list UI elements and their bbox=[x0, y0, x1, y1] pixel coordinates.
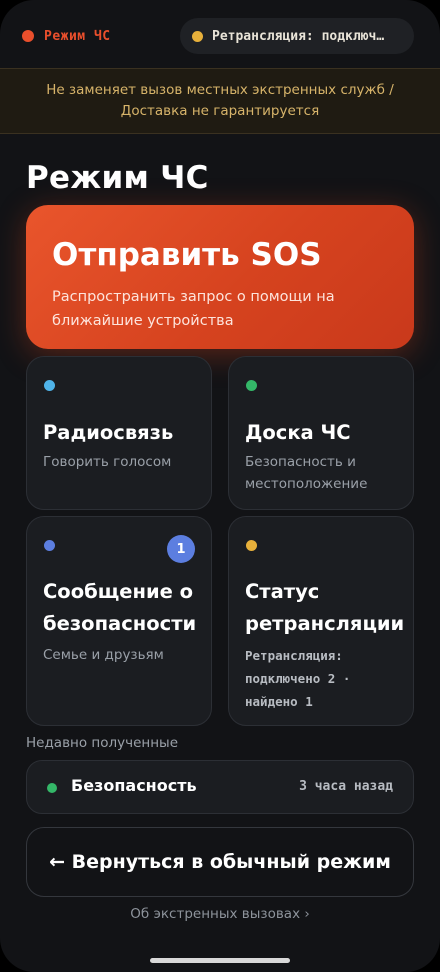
top-status-bar: Режим ЧС Ретрансляция: подключ… bbox=[0, 0, 440, 68]
tile-emergency-board[interactable]: Доска ЧС Безопасность и местоположение bbox=[228, 356, 414, 510]
send-sos-button[interactable]: Отправить SOS Распространить запрос о по… bbox=[26, 205, 414, 349]
tile-subtitle: Безопасность и местоположение bbox=[245, 454, 368, 492]
recent-item-time: 3 часа назад bbox=[299, 779, 393, 794]
relay-status-label: Ретрансляция: подключ… bbox=[212, 28, 385, 44]
relay-dot-icon bbox=[246, 540, 257, 551]
disclaimer-banner: Не заменяет вызов местных экстренных слу… bbox=[0, 68, 440, 134]
sos-subtitle: Распространить запрос о помощи на ближай… bbox=[52, 289, 335, 329]
emergency-mode-screen: Режим ЧС Ретрансляция: подключ… Не замен… bbox=[0, 0, 440, 972]
tile-safety-message[interactable]: 1 Сообщение о безопасности Семье и друзь… bbox=[26, 516, 212, 726]
recent-section-label: Недавно полученные bbox=[26, 735, 179, 751]
sos-title: Отправить SOS bbox=[52, 237, 322, 273]
tile-subtitle: Семье и друзьям bbox=[43, 647, 164, 663]
tile-subtitle: Говорить голосом bbox=[43, 454, 172, 470]
about-emergency-calls-link[interactable]: Об экстренных вызовах › bbox=[0, 906, 440, 922]
recent-item-title: Безопасность bbox=[71, 776, 197, 795]
home-indicator[interactable] bbox=[150, 958, 290, 963]
relay-status-dot-icon bbox=[192, 30, 203, 42]
tile-title: Сообщение о безопасности bbox=[43, 580, 197, 635]
tile-title: Радиосвязь bbox=[43, 421, 174, 444]
radio-dot-icon bbox=[44, 380, 55, 391]
safety-dot-icon bbox=[44, 540, 55, 551]
tile-relay-status[interactable]: Статус ретрансляции Ретрансляция: подклю… bbox=[228, 516, 414, 726]
emergency-status-dot-icon bbox=[22, 30, 34, 42]
disclaimer-text: Не заменяет вызов местных экстренных слу… bbox=[46, 82, 394, 119]
back-to-normal-mode-button[interactable]: ← Вернуться в обычный режим bbox=[26, 827, 414, 897]
safety-status-dot-icon bbox=[47, 783, 57, 793]
mode-indicator: Режим ЧС bbox=[22, 22, 111, 50]
board-dot-icon bbox=[246, 380, 257, 391]
relay-status-pill[interactable]: Ретрансляция: подключ… bbox=[180, 18, 414, 54]
tile-title: Статус ретрансляции bbox=[245, 580, 405, 635]
page-title: Режим ЧС bbox=[26, 160, 209, 196]
mode-label: Режим ЧС bbox=[44, 28, 111, 44]
tile-subtitle: Ретрансляция: подключено 2 · найдено 1 bbox=[245, 648, 351, 709]
tile-radio[interactable]: Радиосвязь Говорить голосом bbox=[26, 356, 212, 510]
tile-title: Доска ЧС bbox=[245, 421, 351, 444]
list-item[interactable]: Безопасность 3 часа назад bbox=[26, 760, 414, 814]
unread-count-badge: 1 bbox=[167, 535, 195, 563]
